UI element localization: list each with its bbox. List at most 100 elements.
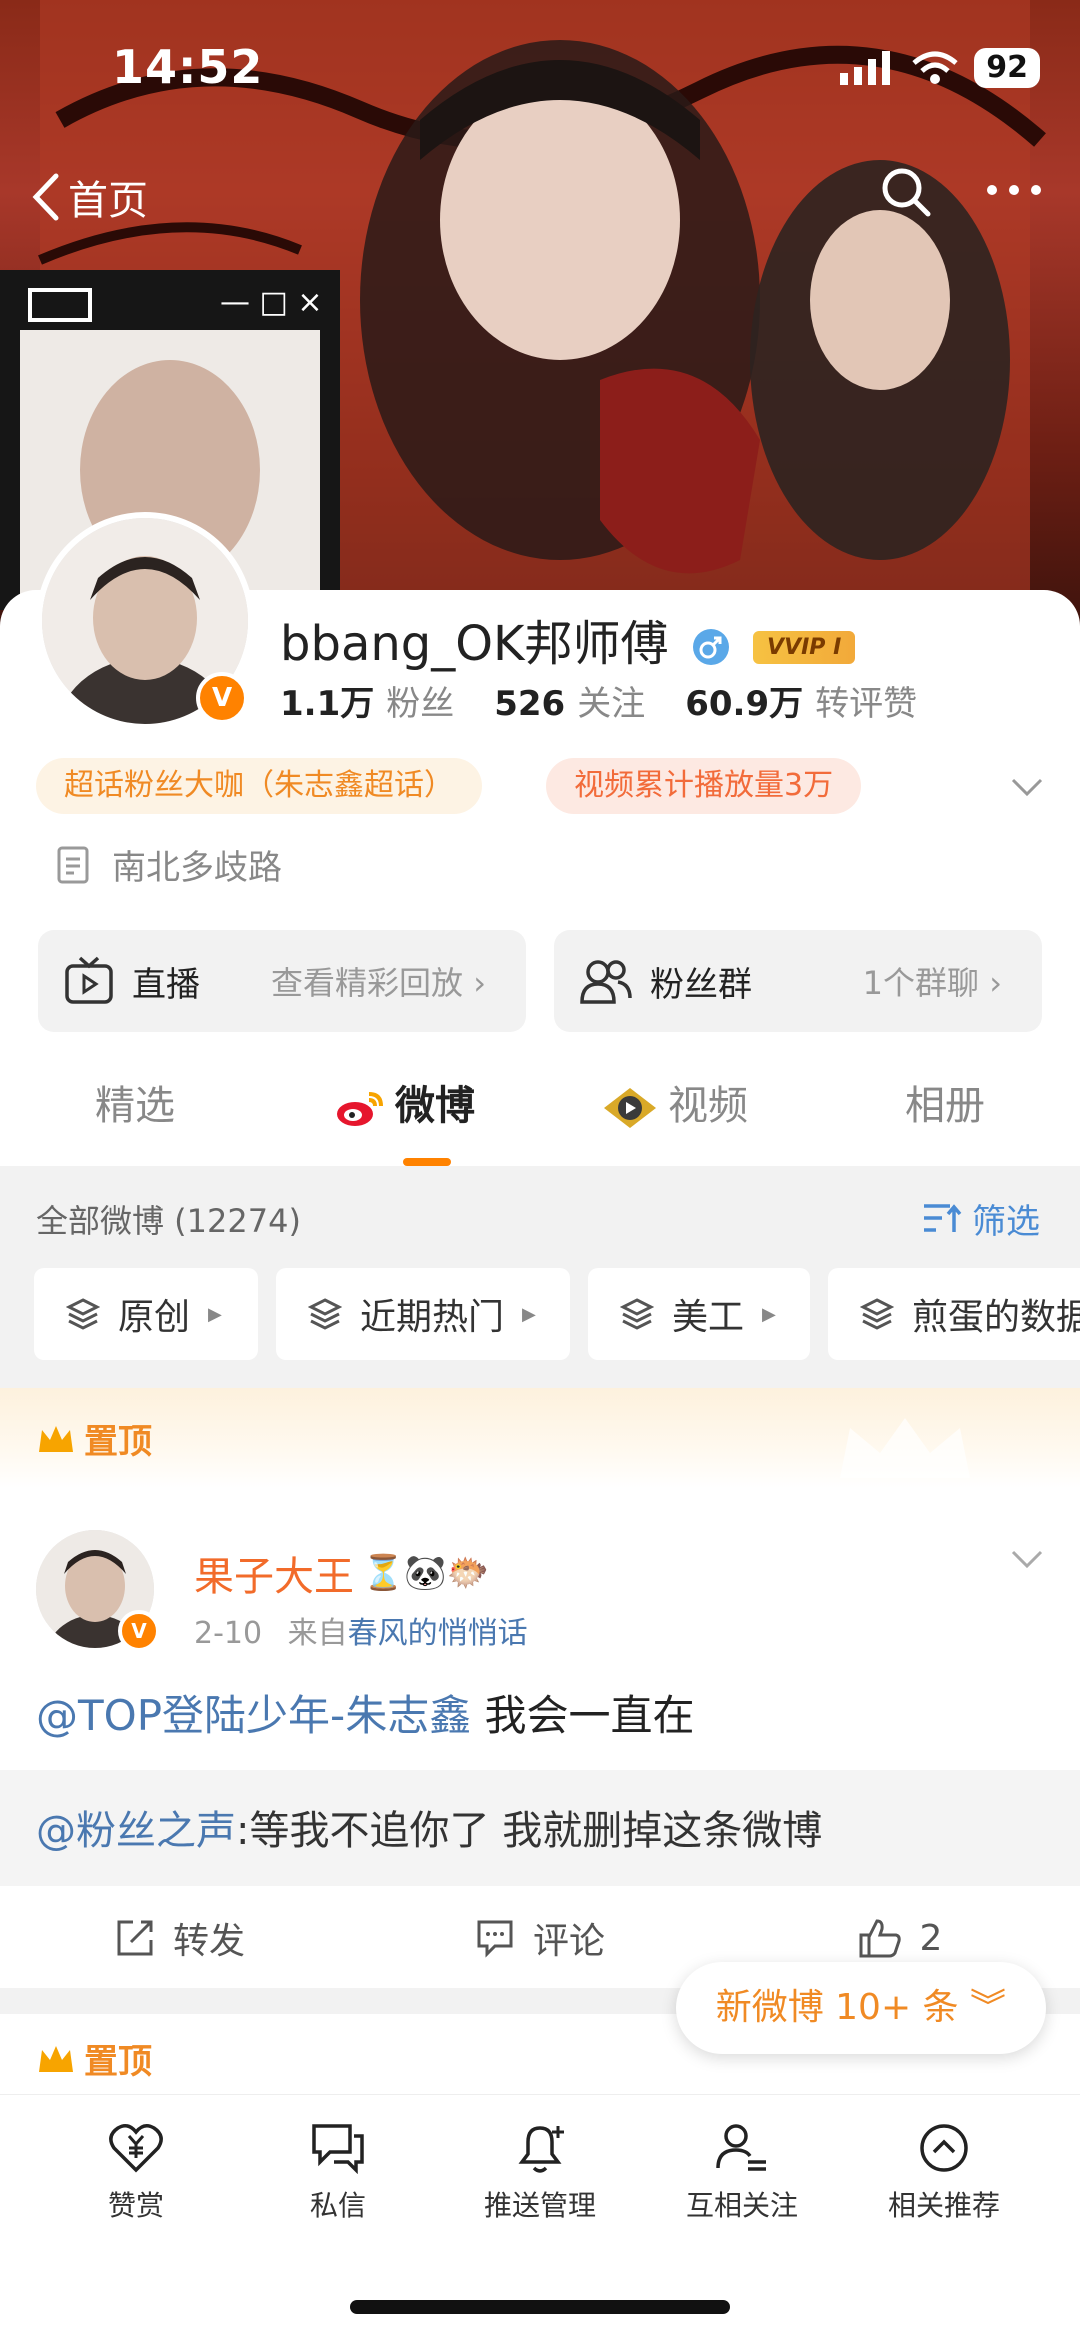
home-indicator[interactable]: [350, 2300, 730, 2314]
back-button[interactable]: 首页: [30, 168, 148, 226]
live-entry[interactable]: 直播 查看精彩回放 ›: [38, 930, 526, 1032]
like-count: 2: [919, 1917, 943, 1959]
filter-button[interactable]: 筛选: [922, 1194, 1040, 1243]
layers-icon: [860, 1298, 894, 1330]
filter-chip-data[interactable]: 煎蛋的数据: [828, 1268, 1080, 1360]
quote-body: :等我不追你了 我就删掉这条微博: [236, 1808, 823, 1854]
layers-icon: [66, 1298, 100, 1330]
svg-text:— □ ×: — □ ×: [220, 285, 323, 320]
profile-tabs: 精选 微博 视频 相册: [0, 1060, 1080, 1166]
share-icon: [117, 1920, 153, 1956]
bell-plus-icon: [518, 2126, 564, 2173]
supertopic-tag[interactable]: 超话粉丝大咖（朱志鑫超话）: [36, 758, 482, 814]
tv-icon: [65, 956, 113, 1004]
quoted-text: @粉丝之声:等我不追你了 我就删掉这条微博: [36, 1798, 822, 1856]
bottom-label: 推送管理: [483, 2189, 596, 2222]
pinned-label: 置顶: [36, 1414, 152, 1463]
reward-button[interactable]: 赞赏: [36, 2122, 236, 2224]
all-weibo-count: 全部微博 (12274): [36, 1202, 301, 1240]
push-settings-button[interactable]: 推送管理: [440, 2122, 640, 2224]
filter-icon: [924, 1203, 962, 1232]
post-text: @TOP登陆少年-朱志鑫 我会一直在: [36, 1682, 695, 1743]
tab-label: 精选: [95, 1083, 175, 1129]
tab-label: 微博: [395, 1083, 475, 1129]
tab-video[interactable]: 视频: [540, 1060, 810, 1166]
followers-stat[interactable]: 1.1万 粉丝: [280, 676, 454, 725]
post-source[interactable]: 春风的悄悄话: [348, 1616, 528, 1651]
likes-count: 60.9万: [685, 684, 804, 724]
filter-chip-original[interactable]: 原创 ▶: [34, 1268, 258, 1360]
filter-chip-art[interactable]: 美工 ▶: [588, 1268, 810, 1360]
group-icon: [580, 960, 632, 1004]
username-text: bbang_OK邦师傅: [280, 616, 669, 672]
crown-icon: [39, 1425, 73, 1452]
quote-mention-link[interactable]: @粉丝之声: [36, 1808, 236, 1854]
tab-weibo[interactable]: 微博: [270, 1060, 540, 1166]
pinned-label-2: 置顶: [36, 2034, 152, 2083]
mutual-follow-button[interactable]: 互相关注: [642, 2122, 842, 2224]
male-gender-icon: [692, 629, 729, 665]
vip-badge[interactable]: VVIP I: [753, 630, 856, 664]
post-date: 2-10: [194, 1616, 263, 1651]
post-mention-link[interactable]: @TOP登陆少年-朱志鑫: [36, 1691, 471, 1740]
bottom-label: 相关推荐: [887, 2189, 1000, 2222]
message-button[interactable]: 私信: [238, 2122, 438, 2224]
likes-stat[interactable]: 60.9万 转评赞: [685, 676, 917, 725]
chevron-left-icon: [32, 173, 59, 221]
crown-icon: [39, 2045, 73, 2072]
followers-label: 粉丝: [386, 684, 455, 724]
pinned-text: 置顶: [84, 2042, 152, 2082]
pinned-text: 置顶: [84, 1422, 152, 1462]
profile-username: bbang_OK邦师傅 VVIP I: [280, 604, 856, 674]
repost-button[interactable]: 转发: [0, 1888, 360, 1988]
more-icon[interactable]: [984, 180, 1044, 200]
chevron-down-icon[interactable]: [1010, 776, 1044, 798]
tab-featured[interactable]: 精选: [0, 1060, 270, 1166]
triangle-right-icon: ▶: [208, 1303, 222, 1325]
chip-label: 原创: [118, 1297, 191, 1338]
bottom-label: 私信: [309, 2189, 366, 2222]
status-icons: 92: [840, 48, 1040, 88]
search-icon[interactable]: [880, 166, 932, 218]
video-views-tag[interactable]: 视频累计播放量3万: [546, 758, 862, 814]
following-label: 关注: [577, 684, 646, 724]
chevron-down-icon[interactable]: [1010, 1548, 1044, 1570]
fan-group-entry[interactable]: 粉丝群 1个群聊 ›: [554, 930, 1042, 1032]
tab-album[interactable]: 相册: [810, 1060, 1080, 1166]
following-stat[interactable]: 526 关注: [494, 676, 645, 725]
chat-icon: [312, 2124, 364, 2174]
author-name: 果子大王: [194, 1554, 354, 1600]
new-weibo-button[interactable]: 新微博 10+ 条 ︾: [675, 1962, 1046, 2054]
likes-label: 转评赞: [815, 684, 918, 724]
chip-label: 美工: [672, 1297, 745, 1338]
layers-icon: [308, 1298, 342, 1330]
battery-indicator: 92: [974, 48, 1040, 88]
bottom-label: 互相关注: [685, 2189, 798, 2222]
comment-label: 评论: [532, 1921, 605, 1962]
status-time: 14:52: [112, 40, 264, 94]
comment-icon: [477, 1920, 513, 1958]
thumbs-up-icon: [859, 1919, 901, 1958]
recommend-button[interactable]: 相关推荐: [844, 2122, 1044, 2224]
profile-intro: 南北多歧路: [56, 840, 282, 889]
document-icon: [57, 846, 89, 883]
filter-chip-hot[interactable]: 近期热门 ▶: [276, 1268, 570, 1360]
intro-text: 南北多歧路: [112, 848, 282, 888]
signal-icon: [840, 51, 891, 85]
back-label: 首页: [68, 178, 148, 224]
pinned-banner: [0, 1388, 1080, 1488]
triangle-right-icon: ▶: [762, 1303, 776, 1325]
weibo-logo-icon: [337, 1092, 383, 1126]
live-subtitle: 查看精彩回放 ›: [271, 964, 486, 1002]
following-count: 526: [494, 684, 566, 724]
comment-button[interactable]: 评论: [360, 1888, 720, 1988]
crown-watermark-icon: [840, 1418, 970, 1478]
followers-count: 1.1万: [280, 684, 375, 724]
verified-icon: V: [196, 672, 248, 724]
layers-icon: [620, 1298, 654, 1330]
repost-label: 转发: [172, 1921, 245, 1962]
post-author[interactable]: 果子大王 ⏳🐼🐡: [194, 1544, 489, 1602]
tab-label: 相册: [905, 1083, 985, 1129]
post-source-prefix: 来自: [287, 1616, 348, 1651]
fan-group-subtitle: 1个群聊 ›: [862, 964, 1002, 1002]
